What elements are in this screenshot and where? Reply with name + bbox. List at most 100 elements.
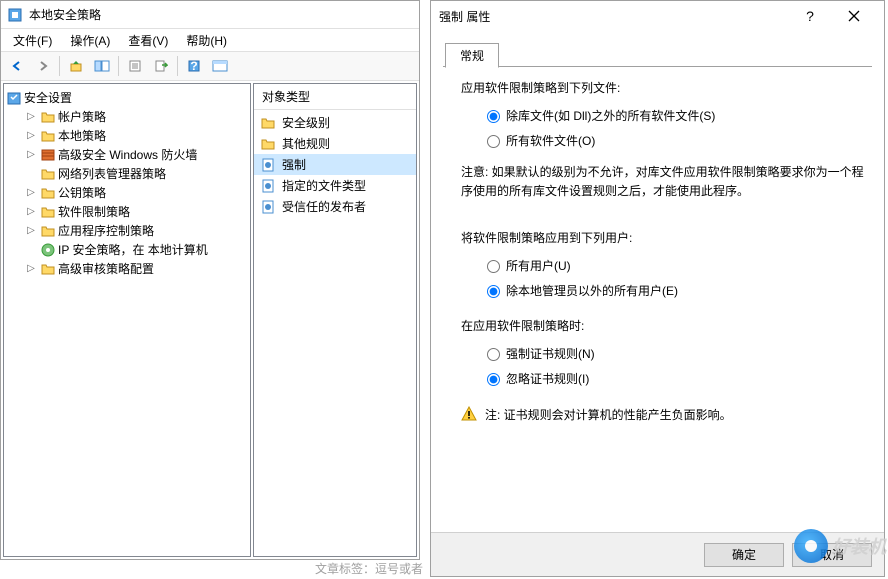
app-icon: [7, 7, 23, 23]
list-row[interactable]: 指定的文件类型: [254, 175, 416, 196]
radio-all-files[interactable]: 所有软件文件(O): [487, 129, 868, 154]
tree-item[interactable]: 网络列表管理器策略: [24, 164, 248, 183]
tree-item[interactable]: ▷ 高级审核策略配置: [24, 259, 248, 278]
list-item-label: 受信任的发布者: [282, 198, 366, 215]
folder-icon: [40, 261, 56, 277]
menubar: 文件(F) 操作(A) 查看(V) 帮助(H): [1, 29, 419, 51]
tree-item[interactable]: ▷本地策略: [24, 126, 248, 145]
main-body: 安全设置 ▷ 帐户策略 ▷本地策略 ▷高级安全 Windows 防火墙 网络列表管…: [1, 81, 419, 559]
up-button[interactable]: [64, 54, 88, 78]
list-row[interactable]: 受信任的发布者: [254, 196, 416, 217]
policy-icon: [260, 178, 276, 194]
expand-icon[interactable]: ▷: [24, 129, 38, 143]
menu-help[interactable]: 帮助(H): [178, 30, 235, 51]
tree-item-label: 公钥策略: [58, 184, 106, 201]
radio-label: 所有软件文件(O): [506, 132, 595, 151]
radio-input[interactable]: [487, 348, 500, 361]
policy-icon: [260, 157, 276, 173]
radio-group-cert: 强制证书规则(N) 忽略证书规则(I): [487, 342, 868, 392]
expand-icon[interactable]: ▷: [24, 224, 38, 238]
list-header[interactable]: 对象类型: [254, 84, 416, 110]
close-button[interactable]: [832, 2, 876, 30]
tree-item[interactable]: ▷ 公钥策略: [24, 183, 248, 202]
list-row-selected[interactable]: 强制: [254, 154, 416, 175]
back-button[interactable]: [5, 54, 29, 78]
radio-input[interactable]: [487, 260, 500, 273]
list-item-label: 强制: [282, 156, 306, 173]
radio-all-users[interactable]: 所有用户(U): [487, 254, 868, 279]
window-title: 本地安全策略: [29, 6, 101, 23]
security-root-icon: [6, 90, 22, 106]
tree-item[interactable]: ▷ 帐户策略: [24, 107, 248, 126]
separator: [177, 56, 178, 76]
radio-exclude-admins[interactable]: 除本地管理员以外的所有用户(E): [487, 279, 868, 304]
tree-item[interactable]: ▷软件限制策略: [24, 202, 248, 221]
radio-input[interactable]: [487, 135, 500, 148]
separator: [59, 56, 60, 76]
menu-view[interactable]: 查看(V): [120, 30, 176, 51]
tree-pane[interactable]: 安全设置 ▷ 帐户策略 ▷本地策略 ▷高级安全 Windows 防火墙 网络列表管…: [3, 83, 251, 557]
expand-icon[interactable]: ▷: [24, 205, 38, 219]
toolbar: ?: [1, 51, 419, 81]
main-titlebar: 本地安全策略: [1, 1, 419, 29]
list-row[interactable]: 其他规则: [254, 133, 416, 154]
folder-icon: [40, 204, 56, 220]
expand-icon[interactable]: ▷: [24, 148, 38, 162]
dialog-titlebar: 强制 属性 ?: [431, 1, 884, 31]
tree-item-label: 帐户策略: [58, 108, 106, 125]
folder-icon: [260, 136, 276, 152]
radio-label: 忽略证书规则(I): [506, 370, 589, 389]
note-text: 注意: 如果默认的级别为不允许，对库文件应用软件限制策略要求你为一个程序使用的所…: [461, 163, 868, 201]
section-label: 将软件限制策略应用到下列用户:: [461, 229, 868, 248]
list-items: 安全级别 其他规则 强制 指定的文件类型 受信任的发布者: [254, 110, 416, 219]
section-users: 将软件限制策略应用到下列用户: 所有用户(U) 除本地管理员以外的所有用户(E): [461, 229, 868, 305]
list-pane[interactable]: 对象类型 安全级别 其他规则 强制 指定的文件类型 受信任的发布者: [253, 83, 417, 557]
ok-button[interactable]: 确定: [704, 543, 784, 567]
radio-group-files: 除库文件(如 Dll)之外的所有软件文件(S) 所有软件文件(O): [487, 104, 868, 154]
expand-icon[interactable]: ▷: [24, 110, 38, 124]
help-button[interactable]: ?: [788, 2, 832, 30]
forward-button[interactable]: [31, 54, 55, 78]
tabstrip: 常规: [443, 39, 872, 67]
list-item-label: 安全级别: [282, 114, 330, 131]
menu-action[interactable]: 操作(A): [62, 30, 118, 51]
tab-general[interactable]: 常规: [445, 43, 499, 68]
tree-item[interactable]: ▷高级安全 Windows 防火墙: [24, 145, 248, 164]
export-button[interactable]: [149, 54, 173, 78]
cancel-button[interactable]: 取消: [792, 543, 872, 567]
folder-icon: [40, 185, 56, 201]
ipsec-icon: [40, 242, 56, 258]
radio-input[interactable]: [487, 285, 500, 298]
expand-icon[interactable]: ▷: [24, 262, 38, 276]
refresh-button[interactable]: [208, 54, 232, 78]
tree-item-label: 网络列表管理器策略: [58, 165, 166, 182]
help-button[interactable]: ?: [182, 54, 206, 78]
folder-icon: [40, 109, 56, 125]
expand-icon[interactable]: ▷: [24, 186, 38, 200]
radio-input[interactable]: [487, 110, 500, 123]
properties-dialog: 强制 属性 ? 常规 应用软件限制策略到下列文件: 除库文件(如 Dll)之外的…: [430, 0, 885, 577]
list-row[interactable]: 安全级别: [254, 112, 416, 133]
folder-icon: [40, 223, 56, 239]
radio-ignore-cert[interactable]: 忽略证书规则(I): [487, 367, 868, 392]
show-hide-tree-button[interactable]: [90, 54, 114, 78]
tree-root[interactable]: 安全设置: [6, 88, 248, 107]
radio-label: 除本地管理员以外的所有用户(E): [506, 282, 678, 301]
radio-input[interactable]: [487, 373, 500, 386]
dialog-title: 强制 属性: [439, 8, 788, 25]
properties-button[interactable]: [123, 54, 147, 78]
section-label: 在应用软件限制策略时:: [461, 317, 868, 336]
separator: [118, 56, 119, 76]
dialog-buttons: 确定 取消: [431, 532, 884, 576]
menu-file[interactable]: 文件(F): [5, 30, 60, 51]
svg-text:?: ?: [190, 59, 197, 73]
tree-item[interactable]: IP 安全策略，在 本地计算机: [24, 240, 248, 259]
tab-label: 常规: [460, 49, 484, 63]
radio-label: 所有用户(U): [506, 257, 571, 276]
tree-item-label: 高级审核策略配置: [58, 260, 154, 277]
radio-enforce-cert[interactable]: 强制证书规则(N): [487, 342, 868, 367]
radio-exclude-libs[interactable]: 除库文件(如 Dll)之外的所有软件文件(S): [487, 104, 868, 129]
blank-icon: [24, 167, 38, 181]
tree-item[interactable]: ▷应用程序控制策略: [24, 221, 248, 240]
section-files: 应用软件限制策略到下列文件: 除库文件(如 Dll)之外的所有软件文件(S) 所…: [461, 79, 868, 155]
